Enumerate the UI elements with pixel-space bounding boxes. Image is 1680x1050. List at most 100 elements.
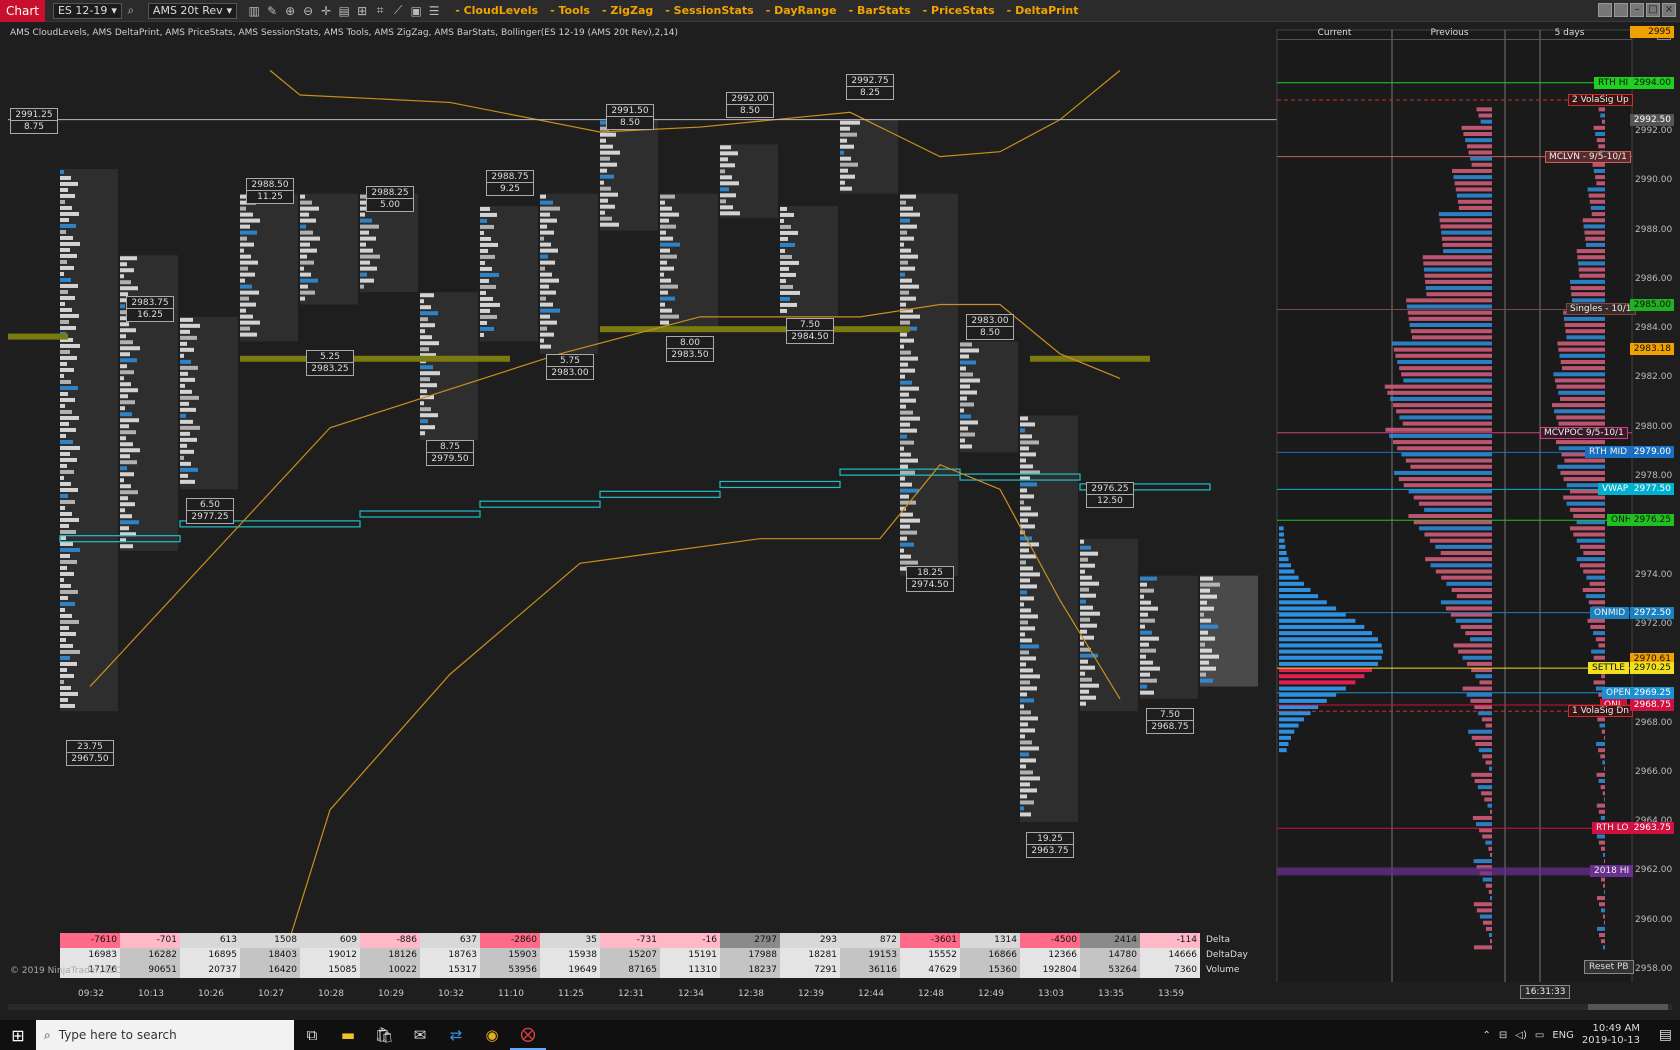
chrome-icon[interactable]: ◉ — [474, 1020, 510, 1050]
footprint-volume-row — [1020, 584, 1037, 589]
price-chart-canvas[interactable] — [0, 22, 1680, 982]
stats-cell: 12366 — [1020, 948, 1080, 963]
maximize-icon[interactable]: □ — [1646, 3, 1660, 17]
file-explorer-icon[interactable]: ▬ — [330, 1020, 366, 1050]
footprint-volume-row — [60, 187, 68, 192]
price-box-bottom: 9.25 — [499, 184, 521, 194]
windows-start-icon[interactable]: ⊞ — [0, 1026, 36, 1045]
current-profile-row — [1279, 735, 1291, 740]
menu-tools[interactable]: - Tools — [550, 4, 590, 17]
taskbar-clock[interactable]: 10:49 AM 2019-10-13 — [1582, 1023, 1640, 1047]
bar-type-selector[interactable]: AMS 20t Rev ▾ — [147, 2, 238, 19]
time-axis[interactable]: 09:32 10:13 10:26 10:27 10:28 10:29 10:32 11:10… — [0, 985, 1680, 1003]
instrument-selector[interactable]: ES 12-19 ▾ — [52, 2, 122, 19]
footprint-volume-row — [540, 290, 556, 295]
menu-cloudlevels[interactable]: - CloudLevels — [455, 4, 538, 17]
bars-icon[interactable]: ▥ — [245, 4, 263, 18]
menu-zigzag[interactable]: - ZigZag — [602, 4, 653, 17]
cyan-step-segment — [719, 480, 841, 489]
mail-icon[interactable]: ✉ — [402, 1020, 438, 1050]
price-axis-label: 2986.00 — [1635, 273, 1673, 284]
footprint-volume-row — [180, 329, 190, 334]
price-box-top: 8.75 — [427, 441, 473, 453]
language-indicator[interactable]: ENG — [1552, 1030, 1574, 1041]
footprint-volume-row — [1080, 581, 1099, 586]
horizontal-scrollbar[interactable] — [8, 1004, 1672, 1010]
footprint-volume-row — [120, 454, 130, 459]
battery-icon[interactable]: ▭ — [1535, 1030, 1544, 1041]
network-icon[interactable]: ⊟ — [1499, 1030, 1507, 1041]
notifications-icon[interactable]: ▤ — [1659, 1027, 1672, 1043]
footprint-volume-row — [1020, 656, 1036, 661]
footprint-volume-row — [480, 218, 487, 223]
menu-dayrange[interactable]: - DayRange — [766, 4, 837, 17]
tile-icon[interactable] — [1598, 3, 1612, 17]
stats-cell: 20737 — [180, 963, 240, 978]
footprint-volume-row — [240, 326, 250, 331]
footprint-volume-row — [1140, 618, 1155, 623]
footprint-volume-row — [1200, 660, 1209, 665]
close-icon[interactable]: × — [1662, 3, 1676, 17]
footprint-volume-row — [840, 132, 857, 137]
footprint-volume-row — [60, 619, 79, 624]
volume-icon[interactable]: ◁) — [1515, 1030, 1527, 1041]
footprint-volume-row — [900, 488, 919, 493]
footprint-volume-row — [540, 206, 560, 211]
reset-pb-button[interactable]: Reset PB — [1584, 960, 1634, 974]
stats-cell: -2860 — [480, 933, 540, 948]
footprint-volume-row — [180, 425, 200, 430]
scrollbar-thumb[interactable] — [1588, 1004, 1668, 1010]
taskbar-search-field[interactable]: ⌕ Type here to search — [36, 1020, 294, 1050]
footprint-volume-row — [1020, 416, 1028, 421]
menu-deltaprint[interactable]: - DeltaPrint — [1007, 4, 1079, 17]
five-day-profile-row — [1596, 181, 1605, 186]
drawing-tools-icon[interactable]: ⟋ — [389, 3, 407, 18]
price-axis-tag: 2977.50 — [1630, 483, 1674, 496]
minimize-icon[interactable]: – — [1630, 3, 1644, 17]
stats-cell: 16866 — [960, 948, 1020, 963]
templates-icon[interactable]: ⊞ — [353, 4, 371, 18]
list-icon[interactable]: ☰ — [425, 4, 443, 18]
five-day-profile-row — [1573, 532, 1605, 537]
olive-level-line — [8, 333, 68, 340]
footprint-volume-row — [60, 589, 78, 594]
chart-tab[interactable]: Chart — [0, 0, 45, 22]
data-box-icon[interactable]: ▣ — [407, 4, 425, 18]
time-axis-label: 12:38 — [738, 989, 764, 999]
restore-icon[interactable] — [1614, 3, 1628, 17]
task-view-icon[interactable]: ⧉ — [294, 1020, 330, 1050]
chevron-up-icon[interactable]: ⌃ — [1482, 1030, 1490, 1041]
properties-icon[interactable]: ▤ — [335, 4, 353, 18]
profile-level-tag: RTH LO — [1592, 822, 1633, 835]
footprint-volume-row — [60, 193, 75, 198]
footprint-volume-row — [600, 162, 617, 167]
zoom-in-icon[interactable]: ⊕ — [281, 4, 299, 18]
store-icon[interactable]: 🛍 — [366, 1020, 402, 1050]
ninjatrader-icon[interactable]: ⨂ — [510, 1020, 546, 1050]
stats-cell: -886 — [360, 933, 420, 948]
previous-profile-row — [1403, 378, 1492, 383]
search-icon[interactable]: ⌕ — [122, 3, 140, 18]
previous-profile-row — [1479, 914, 1492, 919]
crosshair-icon[interactable]: ✛ — [317, 4, 335, 18]
time-axis-label: 11:25 — [558, 989, 584, 999]
strategies-icon[interactable]: ⌗ — [371, 3, 389, 18]
five-day-profile-row — [1595, 132, 1605, 136]
menu-barstats[interactable]: - BarStats — [849, 4, 911, 17]
footprint-volume-row — [660, 308, 672, 313]
stats-cell: 15085 — [300, 963, 360, 978]
five-day-profile-row — [1571, 298, 1605, 303]
teamviewer-icon[interactable]: ⇄ — [438, 1020, 474, 1050]
footprint-volume-row — [660, 284, 678, 289]
footprint-volume-row — [660, 266, 674, 271]
stats-row-label: DeltaDay — [1200, 948, 1260, 963]
previous-profile-row — [1476, 908, 1492, 913]
chevron-down-icon: ▾ — [111, 3, 117, 17]
footprint-volume-row — [420, 425, 435, 430]
pencil-icon[interactable]: ✎ — [263, 4, 281, 18]
five-day-profile-row — [1563, 477, 1605, 482]
menu-pricestats[interactable]: - PriceStats — [923, 4, 995, 17]
zoom-out-icon[interactable]: ⊖ — [299, 4, 317, 18]
five-day-profile-row — [1588, 600, 1605, 605]
menu-sessionstats[interactable]: - SessionStats — [665, 4, 753, 17]
